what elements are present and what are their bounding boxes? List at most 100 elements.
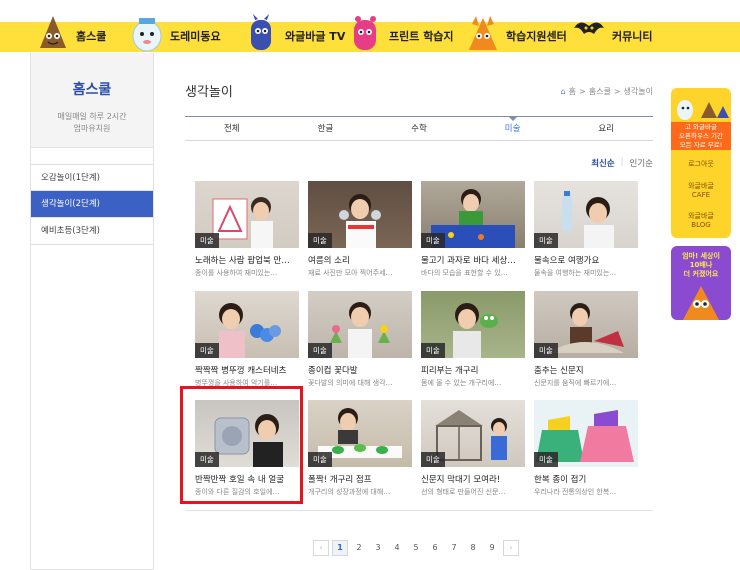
card-thumbnail[interactable]: 미술 <box>308 291 412 358</box>
tab-math[interactable]: 수학 <box>372 117 466 140</box>
category-badge: 미술 <box>421 452 445 467</box>
nav-item-waglebagle-tv[interactable]: 와글바글 TV <box>245 12 345 52</box>
banner-line: 엄마! 세상이 <box>682 252 720 260</box>
content-card[interactable]: 미술 물고기 과자로 바다 세상… 바다의 모습을 표현할 수 있… <box>421 181 525 285</box>
breadcrumb-item[interactable]: 홈 <box>569 86 576 97</box>
card-desc: 재료 사진만 모아 찍어주세… <box>308 269 393 277</box>
category-badge: 미술 <box>308 452 332 467</box>
card-thumbnail[interactable]: 미술 <box>195 181 299 248</box>
card-title[interactable]: 한복 종이 접기 <box>534 473 638 485</box>
page-button[interactable]: 4 <box>389 540 405 556</box>
next-page-button[interactable]: › <box>503 540 519 556</box>
card-desc: 개구리의 성장과정에 대해… <box>308 488 391 496</box>
chevron-right-icon: > <box>613 87 621 96</box>
card-title[interactable]: 노래하는 사람 팝업북 만… <box>195 254 299 266</box>
sidebar-title: 홈스쿨 <box>72 82 112 98</box>
breadcrumb-item[interactable]: 홈스쿨 <box>589 86 611 97</box>
card-title[interactable]: 여름의 소리 <box>308 254 412 266</box>
blog-link[interactable]: 와글바글 BLOG <box>671 212 731 230</box>
nav-label: 학습지원센터 <box>506 30 567 43</box>
content-card[interactable]: 미술 신문지 막대기 모여라! 선의 형태로 만들어진 신문… <box>421 400 525 504</box>
content-card[interactable]: 미술 춤추는 신문지 신문지를 움직에 빠르기에… <box>534 291 638 395</box>
page-button[interactable]: 7 <box>446 540 462 556</box>
blog-line: 와글바글 <box>688 212 714 220</box>
page-button[interactable]: 9 <box>484 540 500 556</box>
card-title[interactable]: 피리부는 개구리 <box>421 364 525 376</box>
selection-highlight <box>180 386 303 504</box>
sort-popular[interactable]: 인기순 <box>630 157 653 169</box>
character-icon <box>469 16 497 50</box>
category-badge: 미술 <box>534 452 558 467</box>
logout-link[interactable]: 로그아웃 <box>671 160 731 169</box>
card-title[interactable]: 짝짝짝 병뚜껑 캐스터네츠 <box>195 364 299 376</box>
character-icon <box>40 16 66 48</box>
tab-korean[interactable]: 한글 <box>279 117 373 140</box>
sidebar-item-preschool[interactable]: 예비초등(3단계) <box>31 218 153 245</box>
nav-label: 도레미동요 <box>170 30 221 43</box>
card-title[interactable]: 종이컵 꽃다발 <box>308 364 412 376</box>
page-button[interactable]: 8 <box>465 540 481 556</box>
card-title[interactable]: 신문지 막대기 모여라! <box>421 473 525 485</box>
character-icon <box>574 22 604 34</box>
page-button[interactable]: 1 <box>332 540 348 556</box>
sort-divider: | <box>620 157 624 167</box>
tab-all[interactable]: 전체 <box>185 117 279 140</box>
card-thumbnail[interactable]: 미술 <box>195 291 299 358</box>
nav-item-community[interactable]: 커뮤니티 <box>572 12 652 52</box>
card-desc: 물속을 여행하는 재미있는… <box>534 269 617 277</box>
quick-menu-banner[interactable]: 엄마! 세상이 10배나 더 커졌어요 <box>671 246 731 320</box>
card-desc: 종이를 사용하여 재미있는… <box>195 269 278 277</box>
card-thumbnail[interactable]: 미술 <box>534 400 638 467</box>
content-card[interactable]: 미술 피리부는 개구리 몸에 올 수 있는 개구리에… <box>421 291 525 395</box>
sort-latest[interactable]: 최신순 <box>591 157 614 169</box>
banner-line: 더 커졌어요 <box>683 270 719 278</box>
card-desc: 바다의 모습을 표현할 수 있… <box>421 269 508 277</box>
left-sidebar: 홈스쿨 매일매일 하루 2시간 엄마유치원 오감놀이(1단계) 생각놀이(2단계… <box>30 53 154 570</box>
category-badge: 미술 <box>421 233 445 248</box>
category-badge: 미술 <box>308 233 332 248</box>
nav-item-doremi[interactable]: 도레미동요 <box>130 12 221 52</box>
card-thumbnail[interactable]: 미술 <box>534 181 638 248</box>
home-icon[interactable]: ⌂ <box>561 87 566 96</box>
cafe-link[interactable]: 와글바글 CAFE <box>671 182 731 200</box>
nav-item-homeschool[interactable]: 홈스쿨 <box>36 12 106 52</box>
card-thumbnail[interactable]: 미술 <box>421 291 525 358</box>
sidebar-item-sensory[interactable]: 오감놀이(1단계) <box>31 164 153 191</box>
page-button[interactable]: 3 <box>370 540 386 556</box>
banner-line: 10배나 <box>689 261 713 269</box>
tab-art[interactable]: 미술 <box>466 116 560 140</box>
card-thumbnail[interactable]: 미술 <box>421 181 525 248</box>
card-thumbnail[interactable]: 미술 <box>421 400 525 467</box>
breadcrumb: ⌂ 홈 > 홈스쿨 > 생각놀이 <box>561 86 653 97</box>
mascot-icon <box>677 100 729 120</box>
sidebar-subtitle: 매일매일 하루 2시간 엄마유치원 <box>31 111 153 135</box>
card-thumbnail[interactable]: 미술 <box>534 291 638 358</box>
tab-cooking[interactable]: 요리 <box>559 117 653 140</box>
card-title[interactable]: 물속으로 여행가요 <box>534 254 638 266</box>
prev-page-button[interactable]: ‹ <box>313 540 329 556</box>
content-card[interactable]: 미술 물속으로 여행가요 물속을 여행하는 재미있는… <box>534 181 638 285</box>
content-card[interactable]: 미술 한복 종이 접기 우리나라 전통의상인 한복… <box>534 400 638 504</box>
content-card[interactable]: 미술 여름의 소리 재료 사진만 모아 찍어주세… <box>308 181 412 285</box>
content-card[interactable]: 미술 종이컵 꽃다발 꽃다발의 의미에 대해 생각… <box>308 291 412 395</box>
nav-item-print-worksheet[interactable]: 프린트 학습지 <box>349 12 454 52</box>
promo-banner[interactable]: 고 와글바글 오픈하우스 기간 모든 자료 무료! <box>671 122 731 150</box>
card-title[interactable]: 물고기 과자로 바다 세상… <box>421 254 525 266</box>
promo-line: 고 와글바글 <box>685 123 717 131</box>
card-thumbnail[interactable]: 미술 <box>308 181 412 248</box>
content-card[interactable]: 미술 짝짝짝 병뚜껑 캐스터네츠 병뚜껑을 사용하여 악기를… <box>195 291 299 395</box>
sidebar-item-thinking[interactable]: 생각놀이(2단계) <box>31 191 153 218</box>
page-button[interactable]: 6 <box>427 540 443 556</box>
page-button[interactable]: 5 <box>408 540 424 556</box>
nav-item-learning-center[interactable]: 학습지원센터 <box>466 12 567 52</box>
page-button[interactable]: 2 <box>351 540 367 556</box>
sidebar-subtitle-line: 매일매일 하루 2시간 <box>57 112 127 121</box>
card-title[interactable]: 폴짝! 개구리 점프 <box>308 473 412 485</box>
card-thumbnail[interactable]: 미술 <box>308 400 412 467</box>
card-title[interactable]: 춤추는 신문지 <box>534 364 638 376</box>
nav-label: 프린트 학습지 <box>389 30 454 43</box>
category-badge: 미술 <box>421 343 445 358</box>
content-card[interactable]: 미술 노래하는 사람 팝업북 만… 종이를 사용하여 재미있는… <box>195 181 299 285</box>
content-card[interactable]: 미술 폴짝! 개구리 점프 개구리의 성장과정에 대해… <box>308 400 412 504</box>
